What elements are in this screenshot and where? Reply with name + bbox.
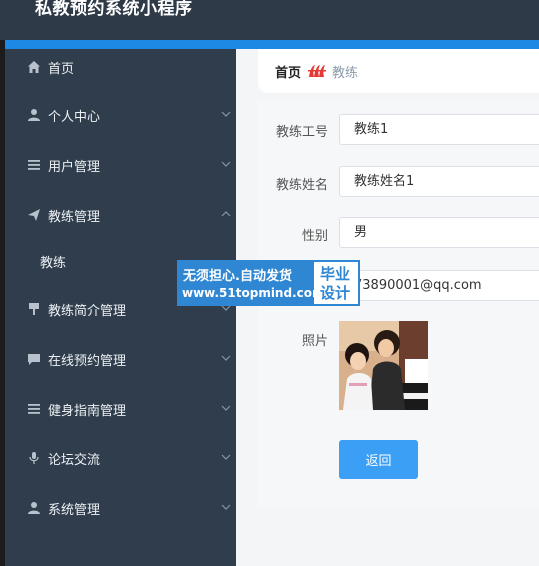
sidebar-item-label: 教练 — [40, 256, 67, 271]
chevron-up-icon — [221, 211, 231, 217]
watermark-banner[interactable]: 无须担心.自动发货 www.51topmind.com 毕业 设计 — [177, 260, 360, 306]
sidebar-item-label: 教练简介管理 — [48, 304, 127, 319]
chevron-down-icon — [221, 405, 231, 411]
chevron-down-icon — [221, 454, 231, 460]
back-button[interactable]: 返回 — [339, 440, 418, 479]
sidebar-item-label: 在线预约管理 — [48, 354, 127, 369]
header-accent-bar — [5, 40, 539, 49]
sidebar-item-forum[interactable]: 论坛交流 — [5, 440, 236, 476]
sidebar-item-coach-management[interactable]: 教练管理 — [5, 197, 236, 233]
gender-label: 性别 — [301, 229, 328, 244]
user-icon — [28, 109, 40, 121]
watermark-right-bottom: 设计 — [320, 284, 351, 302]
sidebar-item-fitness-guide[interactable]: 健身指南管理 — [5, 391, 236, 427]
sidebar-item-label: 论坛交流 — [48, 453, 101, 468]
sidebar-item-label: 健身指南管理 — [48, 404, 127, 419]
watermark-right-top: 毕业 — [320, 265, 351, 283]
sidebar-item-label: 教练管理 — [48, 210, 101, 225]
sidebar-item-label: 用户管理 — [48, 160, 101, 175]
mic-icon — [29, 452, 39, 464]
user-icon — [28, 502, 40, 514]
list-icon — [28, 404, 40, 414]
breadcrumb-home[interactable]: 首页 — [275, 62, 301, 81]
chevron-down-icon — [221, 504, 231, 510]
list-icon — [28, 160, 40, 170]
chevron-down-icon — [221, 355, 231, 361]
watermark-left-panel: 无须担心.自动发货 www.51topmind.com — [179, 262, 325, 304]
chat-icon — [28, 354, 40, 365]
coach-photo — [339, 321, 428, 410]
coach-id-field[interactable]: 教练1 — [339, 114, 539, 145]
sidebar-item-users[interactable]: 用户管理 — [5, 147, 236, 183]
app-title: 私教预约系统小程序 — [35, 0, 193, 19]
sidebar-item-system[interactable]: 系统管理 — [5, 490, 236, 526]
send-icon — [28, 209, 40, 221]
coach-name-label: 教练姓名 — [275, 178, 328, 193]
app-header: 私教预约系统小程序 — [0, 0, 539, 40]
watermark-line2: www.51topmind.com — [182, 286, 325, 300]
breadcrumb-current: 教练 — [332, 66, 359, 81]
home-icon — [28, 61, 40, 73]
email-field[interactable]: 73890001@qq.com — [339, 270, 539, 301]
coach-id-label: 教练工号 — [275, 125, 328, 140]
brand-logo-icon — [308, 65, 326, 77]
watermark-line1: 无须担心.自动发货 — [183, 269, 292, 284]
coach-name-field[interactable]: 教练姓名1 — [339, 166, 539, 197]
chevron-down-icon — [221, 111, 231, 117]
sidebar-item-profile[interactable]: 个人中心 — [5, 97, 236, 133]
sidebar-item-label: 个人中心 — [48, 110, 101, 125]
photo-label: 照片 — [301, 334, 328, 349]
chevron-down-icon — [221, 161, 231, 167]
sidebar-item-home[interactable]: 首页 — [5, 49, 236, 85]
sign-icon — [29, 303, 39, 315]
sidebar-item-label: 首页 — [48, 62, 75, 77]
sidebar-item-label: 系统管理 — [48, 503, 101, 518]
sidebar: 首页 个人中心 用户管理 教练管理 教练 教练简介管理 在线预约管理 健身指南管… — [5, 49, 236, 566]
sidebar-item-booking[interactable]: 在线预约管理 — [5, 341, 236, 377]
gender-field[interactable]: 男 — [339, 217, 539, 248]
